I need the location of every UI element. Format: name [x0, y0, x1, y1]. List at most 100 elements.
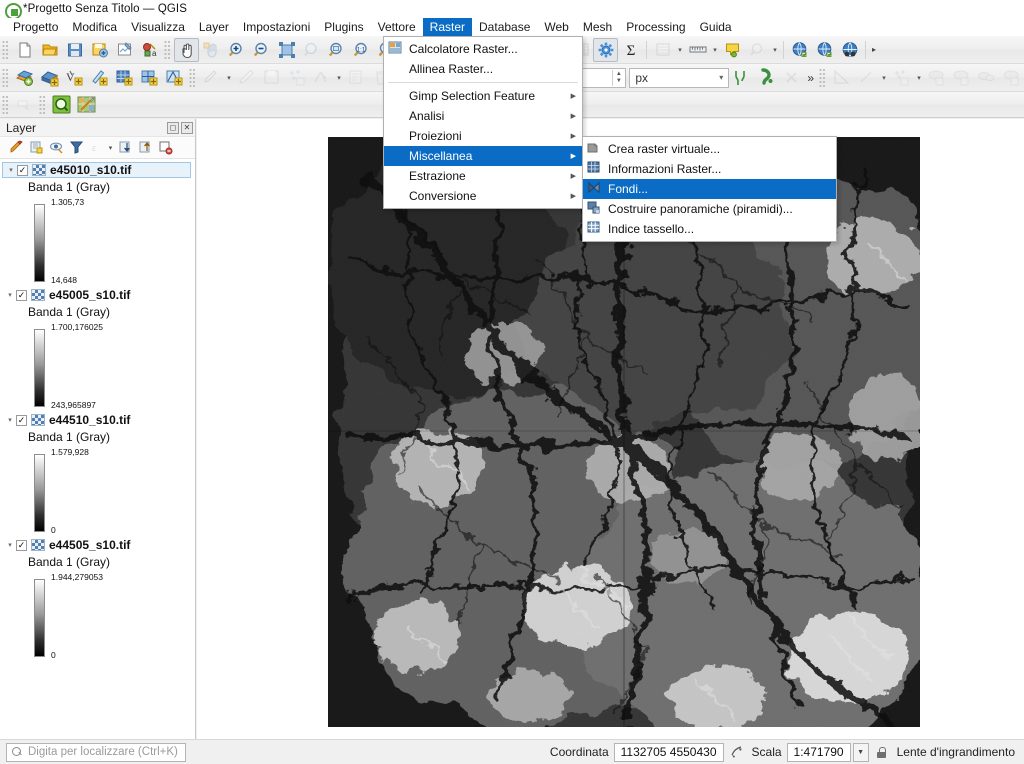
processing-toolbox-icon[interactable]: [593, 37, 618, 62]
menu-processing[interactable]: Processing: [619, 18, 692, 36]
modify-attributes-icon[interactable]: [344, 66, 369, 90]
measure-line-icon[interactable]: [685, 38, 710, 62]
layer-node-0[interactable]: ✓ e45010_s10.tif Banda 1 (Gray) 1.305,73…: [0, 162, 195, 285]
scale-value[interactable]: 1:471790: [786, 742, 851, 762]
zoom-native-resolution-icon[interactable]: 1:1: [349, 38, 374, 62]
menu-vettore[interactable]: Vettore: [371, 18, 423, 36]
add-point-feature-icon[interactable]: [889, 66, 914, 90]
chevron-down-icon-4[interactable]: [675, 38, 685, 62]
magnifier-lock-icon[interactable]: [872, 743, 892, 762]
add-raster-layer-icon[interactable]: V: [62, 66, 87, 90]
expander-icon-3[interactable]: [4, 541, 16, 549]
expand-all-icon[interactable]: [115, 139, 135, 157]
zoom-to-selection-icon[interactable]: [299, 38, 324, 62]
layer-checkbox-1[interactable]: ✓: [16, 289, 27, 301]
add-group-icon[interactable]: [26, 139, 46, 157]
open-project-icon[interactable]: [37, 38, 62, 62]
menu-mesh[interactable]: Mesh: [576, 18, 619, 36]
save-project-as-icon[interactable]: [87, 38, 112, 62]
chevron-down-icon-5[interactable]: [710, 38, 720, 62]
show-table-icon[interactable]: [650, 38, 675, 62]
merge-features-icon[interactable]: [924, 66, 949, 90]
expander-icon-1[interactable]: [4, 291, 16, 299]
current-edits-icon[interactable]: [199, 66, 224, 90]
vertex-tool-icon[interactable]: [309, 66, 334, 90]
layer-checkbox-3[interactable]: ✓: [16, 539, 27, 551]
toggle-extents-icon[interactable]: [727, 743, 747, 762]
add-vector-tile-layer-icon[interactable]: [162, 66, 187, 90]
save-layer-edits-icon[interactable]: [259, 66, 284, 90]
zoom-to-layer-icon[interactable]: [324, 38, 349, 62]
menu-impostazioni[interactable]: Impostazioni: [236, 18, 317, 36]
toolbar-grip-4[interactable]: [189, 67, 197, 88]
data-source-manager-icon[interactable]: [12, 66, 37, 90]
add-wms-layer-icon[interactable]: [787, 38, 812, 62]
add-wfs-layer-icon[interactable]: [812, 38, 837, 62]
topology-checker-icon[interactable]: [779, 66, 804, 90]
new-print-layout-icon[interactable]: [112, 38, 137, 62]
layers-tree[interactable]: ✓ e45010_s10.tif Banda 1 (Gray) 1.305,73…: [0, 160, 195, 739]
locator-search-input[interactable]: Digita per localizzare (Ctrl+K): [6, 742, 186, 762]
zoom-in-icon[interactable]: [224, 38, 249, 62]
add-delimited-text-layer-icon[interactable]: [87, 66, 112, 90]
map-tips-icon[interactable]: [720, 38, 745, 62]
add-line-icon[interactable]: [854, 66, 879, 90]
snapping-icon[interactable]: [729, 66, 754, 90]
menu-web[interactable]: Web: [537, 18, 575, 36]
add-mesh-layer-icon[interactable]: [112, 66, 137, 90]
submenu-item-costruire-panoramiche[interactable]: Costruire panoramiche (piramidi)...: [583, 199, 836, 219]
menu-visualizza[interactable]: Visualizza: [124, 18, 192, 36]
layer-row-0[interactable]: ✓ e45010_s10.tif: [2, 162, 191, 178]
pan-to-selection-icon[interactable]: [199, 38, 224, 62]
submenu-item-fondi[interactable]: Fondi...: [583, 179, 836, 199]
menu-item-conversione[interactable]: Conversione ▶: [384, 186, 582, 206]
locator-search-icon[interactable]: [49, 93, 74, 117]
layer-node-1[interactable]: ✓ e45005_s10.tif Banda 1 (Gray) 1.700,17…: [0, 287, 195, 410]
toolbar-overflow-3[interactable]: »: [804, 71, 817, 85]
menu-item-analisi[interactable]: Analisi ▶: [384, 106, 582, 126]
collapse-all-icon[interactable]: [135, 139, 155, 157]
toolbar-grip-6[interactable]: [2, 94, 10, 115]
layer-node-3[interactable]: ✓ e44505_s10.tif Banda 1 (Gray) 1.944,27…: [0, 537, 195, 660]
undock-icon[interactable]: ◻: [167, 121, 179, 134]
expander-icon-2[interactable]: [4, 416, 16, 424]
toggle-editing-icon[interactable]: [234, 66, 259, 90]
add-feature-icon[interactable]: [284, 66, 309, 90]
menu-progetto[interactable]: Progetto: [6, 18, 65, 36]
menu-plugins[interactable]: Plugins: [317, 18, 370, 36]
menu-item-miscellanea[interactable]: Miscellanea ▶: [384, 146, 582, 166]
metasearch-icon[interactable]: [837, 38, 862, 62]
statistical-summary-icon[interactable]: Σ: [618, 38, 643, 62]
menu-database[interactable]: Database: [472, 18, 537, 36]
toolbar-grip[interactable]: [2, 39, 10, 60]
manage-layer-visibility-icon[interactable]: [46, 139, 66, 157]
toolbar-overflow-1[interactable]: ▸: [869, 45, 879, 54]
close-icon[interactable]: ✕: [181, 121, 193, 134]
layer-node-2[interactable]: ✓ e44510_s10.tif Banda 1 (Gray) 1.579,92…: [0, 412, 195, 535]
menu-guida[interactable]: Guida: [693, 18, 739, 36]
menu-item-estrazione[interactable]: Estrazione ▶: [384, 166, 582, 186]
submenu-item-indice-tassello[interactable]: Indice tassello...: [583, 219, 836, 239]
expander-icon-0[interactable]: [5, 166, 17, 174]
menu-item-calcolatore-raster[interactable]: Calcolatore Raster...: [384, 39, 582, 59]
submenu-item-informazioni-raster[interactable]: Informazioni Raster...: [583, 159, 836, 179]
chevron-down-icon-8[interactable]: [334, 66, 344, 90]
zoom-full-icon[interactable]: [274, 38, 299, 62]
annotations-icon[interactable]: [745, 38, 770, 62]
filter-legend-by-map-content-icon[interactable]: [66, 139, 86, 157]
toolbar-grip-2[interactable]: [164, 39, 172, 60]
scale-dropdown-icon[interactable]: ▼: [852, 742, 869, 762]
coordinate-value[interactable]: 1132705 4550430: [613, 742, 724, 762]
spin-arrows[interactable]: ▲ ▼: [612, 69, 624, 86]
menu-modifica[interactable]: Modifica: [65, 18, 124, 36]
chevron-down-icon-10[interactable]: [914, 66, 924, 90]
save-project-icon[interactable]: [62, 38, 87, 62]
toolbar-grip-7[interactable]: [39, 94, 47, 115]
toolbar-grip-5[interactable]: [819, 67, 827, 88]
raster-menu-popup[interactable]: Calcolatore Raster... Allinea Raster... …: [383, 36, 583, 209]
reshape-features-icon[interactable]: [974, 66, 999, 90]
filter-legend-by-expression-icon[interactable]: ε: [86, 139, 106, 157]
zoom-out-icon[interactable]: [249, 38, 274, 62]
add-wms-layer-2-icon[interactable]: [137, 66, 162, 90]
simplify-features-icon[interactable]: [999, 66, 1024, 90]
